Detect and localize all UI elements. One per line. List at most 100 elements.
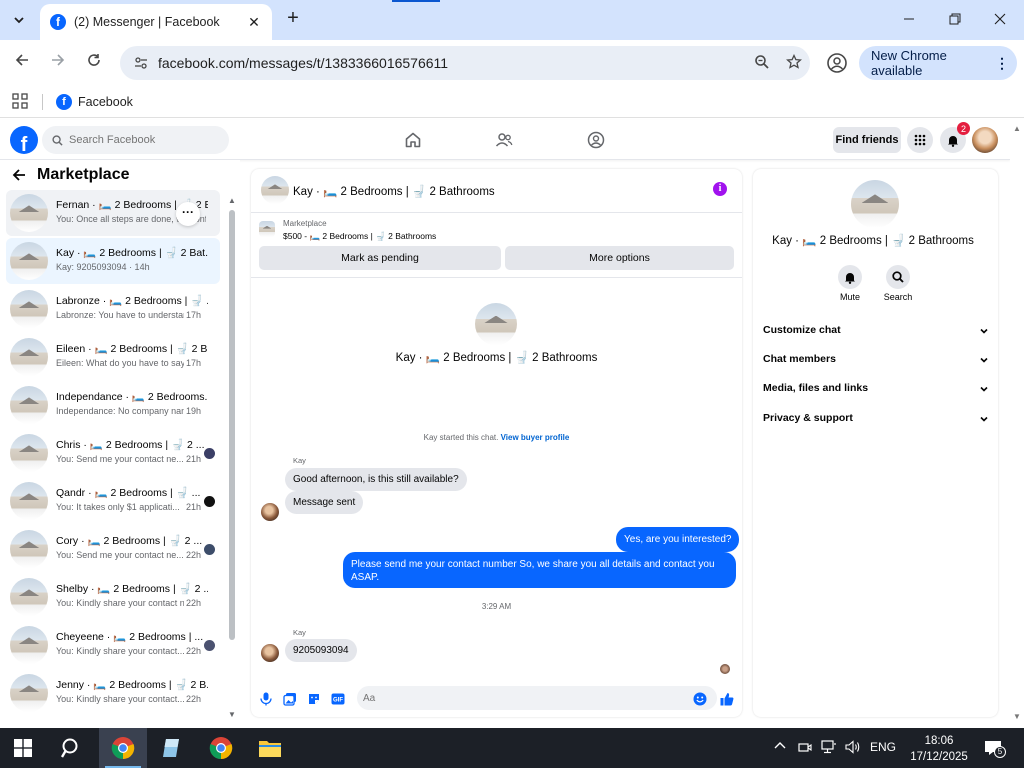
conversation-item[interactable]: Labronze · 🛏️ 2 Bedrooms | 🚽 ... Labronze… — [6, 286, 220, 332]
site-settings-icon[interactable] — [132, 54, 150, 72]
back-arrow-icon[interactable] — [10, 51, 34, 75]
customize-chat-section[interactable]: Customize chat — [763, 324, 989, 344]
address-bar[interactable]: facebook.com/messages/t/1383366016576611 — [120, 46, 810, 80]
conversation-item[interactable]: Independance · 🛏️ 2 Bedrooms... Independa… — [6, 382, 220, 428]
incoming-message[interactable]: Message sent — [285, 491, 364, 514]
tab-close-icon[interactable]: ✕ — [246, 14, 262, 31]
browser-tab-messenger[interactable]: f (2) Messenger | Facebook ✕ — [40, 4, 272, 40]
network-icon[interactable] — [821, 740, 837, 757]
taskbar-app-icon[interactable] — [148, 728, 196, 768]
conversation-item[interactable]: Jenny · 🛏️ 2 Bedrooms | 🚽 2 B... You: Kin… — [6, 670, 220, 716]
groups-icon[interactable] — [584, 128, 608, 152]
taskbar-search-icon[interactable] — [48, 728, 96, 768]
thumbs-up-icon[interactable] — [720, 692, 734, 706]
view-buyer-profile-link[interactable]: View buyer profile — [501, 433, 570, 442]
conversation-item[interactable]: Kay · 🛏️ 2 Bedrooms | 🚽 2 Bat... Kay: 920… — [6, 238, 220, 284]
search-in-conversation-button[interactable]: Search — [878, 265, 918, 302]
conversation-item[interactable]: Shelby · 🛏️ 2 Bedrooms | 🚽 2 ... You: Kin… — [6, 574, 220, 620]
url-text[interactable]: facebook.com/messages/t/1383366016576611 — [158, 55, 746, 71]
taskbar-file-explorer-icon[interactable] — [246, 728, 294, 768]
contact-avatar[interactable] — [851, 180, 899, 228]
conversation-item[interactable]: Fernan · 🛏️ 2 Bedrooms | 🚽 2 BathroomsYo… — [6, 190, 220, 236]
volume-icon[interactable] — [845, 740, 861, 757]
scroll-up-arrow-icon[interactable]: ▲ — [1013, 124, 1021, 133]
close-window-icon[interactable] — [988, 8, 1012, 32]
tab-search-chevron-icon[interactable] — [6, 8, 32, 32]
taskbar-clock[interactable]: 18:06 17/12/2025 — [904, 733, 974, 765]
forward-arrow-icon[interactable] — [46, 51, 70, 75]
privacy-support-section[interactable]: Privacy & support — [763, 412, 989, 432]
more-options-button[interactable]: More options — [505, 246, 734, 270]
account-avatar[interactable] — [972, 127, 998, 153]
conversation-item[interactable]: Chris · 🛏️ 2 Bedrooms | 🚽 2 ... You: Send… — [6, 430, 220, 476]
conversation-time: 22h — [186, 550, 202, 560]
sender-name: Kay — [293, 628, 306, 637]
windows-start-icon[interactable] — [14, 739, 32, 757]
outgoing-message[interactable]: Please send me your contact number So, w… — [343, 552, 736, 588]
scroll-down-arrow-icon[interactable]: ▼ — [228, 710, 236, 719]
reload-icon[interactable] — [82, 51, 106, 75]
find-friends-button[interactable]: Find friends — [833, 127, 901, 153]
conversation-name: Independance · 🛏️ 2 Bedrooms... — [56, 391, 208, 403]
scroll-up-arrow-icon[interactable]: ▲ — [228, 196, 236, 205]
conversation-info-icon[interactable]: i — [713, 182, 727, 196]
zoom-icon[interactable] — [746, 54, 778, 73]
contact-avatar-large[interactable] — [475, 303, 517, 345]
conversation-name: Shelby · 🛏️ 2 Bedrooms | 🚽 2 ... — [56, 583, 208, 595]
mark-as-pending-button[interactable]: Mark as pending — [259, 246, 501, 270]
menu-grid-icon[interactable] — [907, 127, 933, 153]
conversation-item[interactable]: Qandr · 🛏️ 2 Bedrooms | 🚽 ... You: It tak… — [6, 478, 220, 524]
svg-text:GIF: GIF — [333, 698, 343, 704]
photo-icon[interactable] — [283, 692, 297, 706]
profile-icon[interactable] — [826, 52, 848, 74]
minimize-icon[interactable] — [897, 8, 921, 32]
chat-title[interactable]: Kay · 🛏️ 2 Bedrooms | 🚽 2 Bathrooms — [293, 184, 495, 198]
bookmark-facebook[interactable]: f Facebook — [56, 92, 133, 112]
page-scrollbar[interactable]: ▲ ▼ — [1010, 120, 1024, 726]
notification-center-icon[interactable]: 5 — [984, 740, 1006, 758]
chat-avatar[interactable] — [261, 176, 289, 204]
restore-icon[interactable] — [943, 8, 967, 32]
back-arrow-icon[interactable] — [12, 168, 26, 187]
taskbar-chrome-profile-icon[interactable] — [99, 728, 147, 768]
conversation-item[interactable]: Cory · 🛏️ 2 Bedrooms | 🚽 2 ... You: Send … — [6, 526, 220, 572]
taskbar-chrome-icon[interactable] — [197, 728, 245, 768]
search-icon[interactable] — [886, 265, 910, 289]
bell-icon[interactable] — [838, 265, 862, 289]
emoji-icon[interactable] — [693, 692, 707, 706]
home-icon[interactable] — [401, 128, 425, 152]
meet-now-icon[interactable] — [798, 740, 812, 757]
message-input[interactable] — [357, 686, 717, 710]
facebook-search[interactable] — [42, 126, 229, 154]
show-hidden-icons-chevron-icon[interactable] — [774, 740, 786, 755]
conversation-list-scrollbar[interactable]: ▲ ▼ — [228, 196, 236, 720]
outgoing-message[interactable]: Yes, are you interested? — [616, 527, 740, 552]
input-language[interactable]: ENG — [870, 740, 896, 754]
apps-grid-icon[interactable] — [12, 93, 28, 109]
microphone-icon[interactable] — [259, 692, 273, 706]
chat-members-section[interactable]: Chat members — [763, 353, 989, 373]
chrome-update-button[interactable]: New Chrome available ⋮ — [859, 46, 1017, 80]
sender-avatar[interactable] — [261, 503, 279, 521]
listing-summary: $500 - 🛏️ 2 Bedrooms | 🚽 2 Bathrooms — [283, 231, 437, 241]
conversation-time: 21h — [186, 454, 202, 464]
new-tab-button[interactable]: + — [282, 8, 304, 30]
scrollbar-thumb[interactable] — [229, 210, 235, 640]
incoming-message[interactable]: Good afternoon, is this still available? — [285, 468, 467, 491]
mute-button[interactable]: Mute — [830, 265, 870, 302]
conversation-item[interactable]: Eileen · 🛏️ 2 Bedrooms | 🚽 2 B... Eileen:… — [6, 334, 220, 380]
facebook-logo-icon[interactable]: f — [10, 126, 38, 154]
bookmark-star-icon[interactable] — [778, 53, 810, 73]
sticker-icon[interactable] — [307, 692, 321, 706]
more-options-icon[interactable]: ··· — [176, 202, 200, 226]
facebook-search-input[interactable] — [69, 134, 219, 146]
chrome-menu-icon[interactable]: ⋮ — [995, 55, 1009, 72]
gif-icon[interactable]: GIF — [331, 692, 345, 706]
marketplace-listing-row[interactable]: Marketplace $500 - 🛏️ 2 Bedrooms | 🚽 2 B… — [259, 219, 739, 243]
incoming-message[interactable]: 9205093094 — [285, 639, 357, 662]
friends-icon[interactable] — [492, 128, 516, 152]
scroll-down-arrow-icon[interactable]: ▼ — [1013, 712, 1021, 721]
sender-avatar[interactable] — [261, 644, 279, 662]
conversation-item[interactable]: Cheyeene · 🛏️ 2 Bedrooms | ... You: Kindl… — [6, 622, 220, 668]
media-files-links-section[interactable]: Media, files and links — [763, 382, 989, 402]
